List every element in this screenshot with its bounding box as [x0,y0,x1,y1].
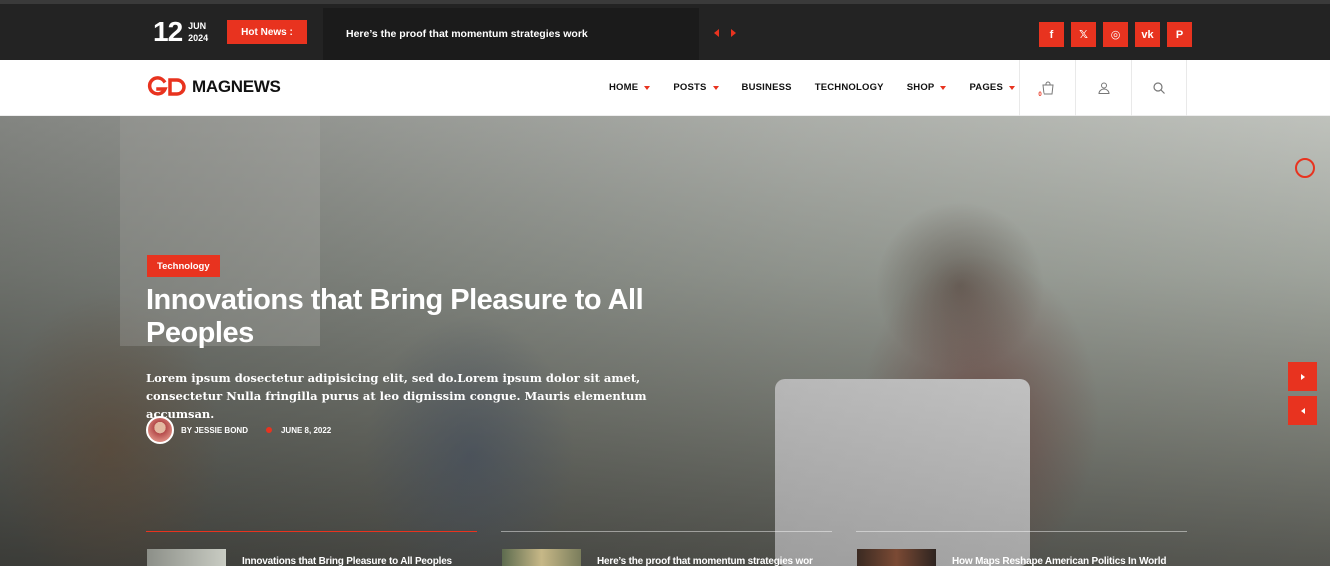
thumbnail-item[interactable]: Innovations that Bring Pleasure to All P… [146,531,477,566]
nav-posts[interactable]: POSTS [673,82,719,93]
current-date: 12 JUN 2024 [153,18,208,46]
slider-thumbnails: Innovations that Bring Pleasure to All P… [146,531,1187,566]
x-icon[interactable]: 𝕏 [1071,22,1096,47]
thumbnail-image [857,549,936,566]
search-button[interactable] [1131,60,1187,116]
thumbnail-image [147,549,226,566]
hero-category-badge[interactable]: Technology [147,255,220,277]
pinterest-icon[interactable]: P [1167,22,1192,47]
vk-icon[interactable]: vk [1135,22,1160,47]
author-avatar [146,416,174,444]
nav-pages-label: PAGES [969,82,1004,93]
thumbnail-item[interactable]: Here’s the proof that momentum strategie… [501,531,832,566]
logo-mark-icon [147,76,186,96]
social-links: f 𝕏 ◎ vk P [1039,22,1192,47]
nav-home[interactable]: HOME [609,82,651,93]
chevron-down-icon [940,85,947,90]
thumbnail-title: How Maps Reshape American Politics In Wo… [952,556,1167,566]
ticker-next-icon[interactable] [731,29,736,37]
nav-home-label: HOME [609,82,639,93]
author-name[interactable]: BY JESSIE BOND [181,426,248,435]
post-date: JUNE 8, 2022 [280,425,332,435]
facebook-icon[interactable]: f [1039,22,1064,47]
search-icon [1153,82,1165,94]
date-day: 12 [153,16,183,47]
nav-business-label: BUSINESS [741,82,792,93]
nav-technology-label: TECHNOLOGY [814,82,884,93]
chevron-down-icon [712,85,719,90]
hero-excerpt: Lorem ipsum dosectetur adipisicing elit,… [146,371,647,421]
nav-shop[interactable]: SHOP [907,82,947,93]
main-navbar: MAGNEWS HOME POSTS BUSINESS TECHNOLOGY S… [0,60,1330,116]
hot-news-label: Hot News : [227,20,307,44]
site-logo[interactable]: MAGNEWS [147,76,281,98]
cart-button[interactable]: 0 [1019,60,1075,116]
hero-meta: BY JESSIE BOND JUNE 8, 2022 [146,416,331,444]
hero-title[interactable]: Innovations that Bring Pleasure to All P… [146,284,706,350]
nav-business[interactable]: BUSINESS [742,82,792,93]
cart-count-badge: 0 [1036,91,1044,99]
arrow-left-icon [1300,407,1305,414]
nav-actions: 0 [1019,60,1187,116]
nav-shop-label: SHOP [906,82,935,93]
nav-technology[interactable]: TECHNOLOGY [815,82,884,93]
chevron-down-icon [1009,85,1016,90]
slider-indicator-ring [1295,158,1315,178]
logo-text: MAGNEWS [192,77,281,96]
main-menu: HOME POSTS BUSINESS TECHNOLOGY SHOP PAGE… [609,82,1038,93]
news-ticker-headline[interactable]: Here’s the proof that momentum strategie… [346,28,588,40]
nav-posts-label: POSTS [673,82,707,93]
ticker-prev-icon[interactable] [714,29,719,37]
thumbnail-image [502,549,581,566]
chevron-down-icon [644,85,651,90]
thumbnail-title: Innovations that Bring Pleasure to All P… [242,556,452,566]
instagram-icon[interactable]: ◎ [1103,22,1128,47]
thumbnail-title: Here’s the proof that momentum strategie… [597,556,813,566]
calendar-dot-icon [265,427,272,433]
thumbnail-item[interactable]: How Maps Reshape American Politics In Wo… [856,531,1187,566]
slider-next-button[interactable] [1288,362,1317,391]
date-year: 2024 [188,33,209,43]
arrow-right-icon [1300,373,1305,380]
slider-prev-button[interactable] [1288,396,1317,425]
account-button[interactable] [1075,60,1131,116]
user-icon [1097,82,1110,94]
date-month: JUN [188,21,207,31]
nav-pages[interactable]: PAGES [969,82,1016,93]
top-bar: 12 JUN 2024 Hot News : Here’s the proof … [0,0,1330,64]
